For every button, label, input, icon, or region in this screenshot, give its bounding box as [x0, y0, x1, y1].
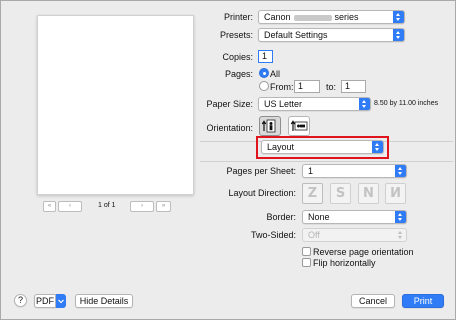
chevron-updown-icon: [372, 141, 383, 153]
pages-to-field[interactable]: 1: [341, 80, 366, 93]
printer-popup[interactable]: Canon series: [258, 10, 405, 24]
printer-series: series: [334, 12, 359, 22]
pages-label: Pages:: [224, 69, 253, 79]
chevron-updown-icon: [359, 98, 370, 110]
portrait-icon: [261, 119, 276, 133]
two-sided-popup: Off: [302, 228, 407, 242]
pages-from-radio[interactable]: [259, 81, 269, 91]
pages-all-radio[interactable]: [259, 68, 269, 78]
border-label: Border:: [266, 212, 296, 222]
hide-details-button[interactable]: Hide Details: [75, 294, 133, 308]
help-button[interactable]: ?: [14, 294, 27, 307]
first-page-button[interactable]: «: [43, 201, 56, 212]
pages-from-field[interactable]: 1: [294, 80, 320, 93]
pages-all-label: All: [270, 69, 281, 79]
reverse-orientation-checkbox[interactable]: [302, 247, 311, 256]
page-indicator: 1 of 1: [98, 202, 116, 209]
page-preview: [37, 15, 194, 195]
layout-direction-label: Layout Direction:: [228, 188, 296, 198]
layout-direction-n-button[interactable]: N: [358, 183, 379, 204]
orientation-label: Orientation:: [206, 123, 253, 133]
presets-label: Presets:: [219, 30, 253, 40]
separator: [200, 161, 453, 162]
chevron-updown-icon: [395, 229, 406, 241]
section-popup[interactable]: Layout: [261, 140, 384, 154]
presets-value: Default Settings: [264, 30, 328, 40]
pages-per-sheet-popup[interactable]: 1: [302, 164, 407, 178]
pages-to-label: to:: [326, 82, 337, 92]
paper-size-popup[interactable]: US Letter: [258, 97, 371, 111]
paper-size-value: US Letter: [264, 99, 303, 109]
landscape-orientation-button[interactable]: [288, 116, 310, 136]
chevron-down-icon: [58, 299, 64, 304]
layout-direction-z-button[interactable]: Z: [302, 183, 323, 204]
printer-name: Canon: [264, 12, 291, 22]
chevron-updown-icon: [395, 165, 406, 177]
reverse-orientation-label: Reverse page orientation: [313, 247, 414, 257]
two-sided-label: Two-Sided:: [250, 230, 296, 240]
next-page-button[interactable]: ›: [130, 201, 154, 212]
last-page-button[interactable]: »: [156, 201, 171, 212]
pages-from-label: From:: [270, 82, 294, 92]
redacted-model: [293, 14, 332, 21]
layout-direction-s-button[interactable]: S: [330, 183, 351, 204]
pdf-menu-button[interactable]: [56, 294, 66, 308]
flip-horizontally-label: Flip horizontally: [313, 258, 376, 268]
printer-label: Printer:: [223, 12, 253, 22]
chevron-updown-icon: [395, 211, 406, 223]
previous-page-button[interactable]: ‹: [58, 201, 82, 212]
border-popup[interactable]: None: [302, 210, 407, 224]
border-value: None: [308, 212, 330, 222]
copies-field[interactable]: 1: [258, 50, 273, 63]
pages-per-sheet-value: 1: [308, 166, 314, 176]
copies-label: Copies:: [222, 52, 253, 62]
landscape-icon: [290, 120, 308, 131]
chevron-updown-icon: [393, 11, 404, 23]
cancel-button[interactable]: Cancel: [351, 294, 395, 308]
pdf-button[interactable]: PDF: [34, 294, 56, 308]
pages-per-sheet-label: Pages per Sheet:: [226, 166, 296, 176]
paper-size-label: Paper Size:: [206, 99, 253, 109]
print-button[interactable]: Print: [402, 294, 444, 308]
presets-popup[interactable]: Default Settings: [258, 28, 405, 42]
chevron-updown-icon: [393, 29, 404, 41]
portrait-orientation-button[interactable]: [259, 116, 281, 136]
two-sided-value: Off: [308, 230, 320, 240]
layout-direction-n-reverse-button[interactable]: N: [385, 183, 406, 204]
paper-dimensions: 8.50 by 11.00 inches: [374, 100, 439, 107]
flip-horizontally-checkbox[interactable]: [302, 258, 311, 267]
section-value: Layout: [267, 142, 295, 152]
